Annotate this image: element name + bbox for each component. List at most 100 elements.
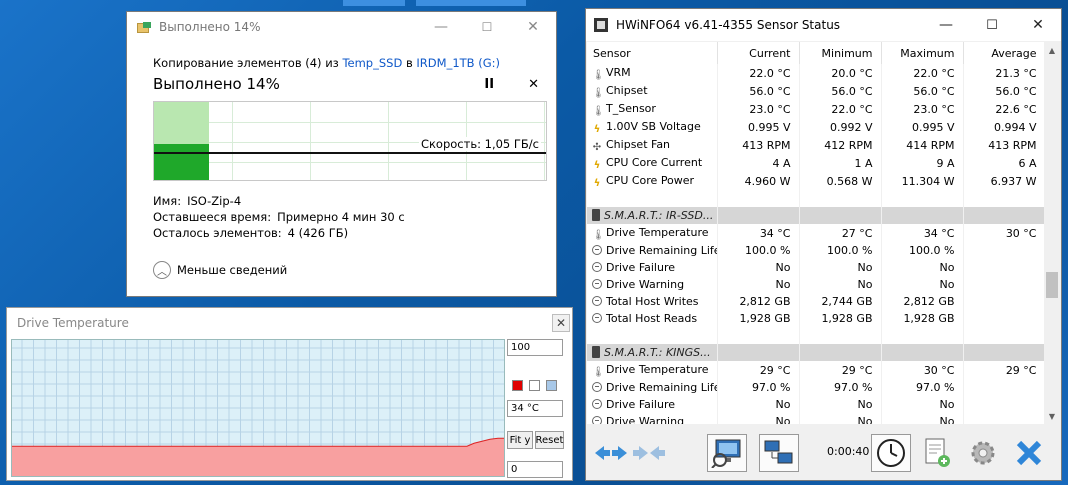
table-row[interactable]: Drive Failure No No No	[587, 259, 1045, 276]
column-header-maximum[interactable]: Maximum	[881, 42, 964, 64]
sensor-name: Total Host Reads	[606, 312, 698, 325]
column-header-current[interactable]: Current	[717, 42, 800, 64]
reset-button[interactable]: Reset	[535, 431, 564, 449]
graph-min-field[interactable]: 0	[507, 461, 563, 478]
sensor-value-max: 22.0 °C	[881, 64, 964, 82]
table-row[interactable]: ϟ CPU Core Power 4.960 W 0.568 W 11.304 W 6.9…	[587, 172, 1045, 190]
temperature-titlebar[interactable]: Drive Temperature	[7, 308, 572, 338]
table-row[interactable]: 🌡Drive Temperature 34 °C 27 °C 34 °C 30 °C	[587, 224, 1045, 242]
sensor-value-avg	[963, 310, 1045, 327]
close-button[interactable]: ✕	[1015, 9, 1061, 41]
background-color-swatch[interactable]	[529, 380, 540, 391]
arrows-expand-icon	[595, 446, 627, 460]
group-empty-cell	[717, 207, 800, 224]
table-row[interactable]: Drive Warning No No No	[587, 276, 1045, 293]
sensor-value-avg	[963, 396, 1045, 413]
destination-link[interactable]: IRDM_1TB (G:)	[416, 56, 500, 70]
table-row[interactable]: Drive Warning No No No	[587, 413, 1045, 424]
table-row[interactable]: 🌡T_Sensor 23.0 °C 22.0 °C 23.0 °C 22.6 °C	[587, 100, 1045, 118]
scroll-down-icon[interactable]: ▼	[1044, 408, 1060, 424]
sensor-value-max: 9 A	[881, 154, 964, 172]
sensor-value-avg	[963, 379, 1045, 396]
table-row[interactable]: 🌡VRM 22.0 °C 20.0 °C 22.0 °C 21.3 °C	[587, 64, 1045, 82]
maximize-button[interactable]: ☐	[969, 9, 1015, 41]
sensor-name: Drive Warning	[606, 415, 685, 424]
sensor-name: Drive Remaining Life	[606, 381, 717, 394]
network-button[interactable]	[759, 434, 799, 472]
scroll-thumb[interactable]	[1046, 272, 1058, 298]
close-button[interactable]: ✕	[510, 12, 556, 42]
logging-button[interactable]	[917, 434, 957, 472]
table-row[interactable]: ϟ 1.00V SB Voltage 0.995 V 0.992 V 0.995 V 0.…	[587, 118, 1045, 136]
clock-reset-button[interactable]	[871, 434, 911, 472]
table-row[interactable]: Drive Remaining Life 97.0 % 97.0 % 97.0 %	[587, 379, 1045, 396]
sensor-value-min: 412 RPM	[799, 136, 882, 154]
speed-label: Скорость: 1,05 ГБ/с	[418, 137, 541, 151]
status-circle-icon	[592, 416, 602, 424]
clock-icon	[877, 439, 905, 467]
group-empty-cell	[799, 344, 882, 361]
sensor-name: Drive Failure	[606, 261, 676, 274]
gear-icon	[971, 441, 995, 465]
minimize-button[interactable]: —	[923, 9, 969, 41]
sensor-value-avg: 29 °C	[963, 361, 1045, 379]
group-empty-cell	[963, 207, 1045, 224]
graph-max-field[interactable]: 100	[507, 339, 563, 356]
sensor-group-header[interactable]: S.M.A.R.T.: KINGS...	[587, 344, 1045, 361]
less-details-button[interactable]: ︿ Меньше сведений	[153, 261, 556, 279]
sensor-value-cur: 0.995 V	[717, 118, 800, 136]
file-name-value: ISO-Zip-4	[187, 194, 242, 208]
sensor-name: Chipset Fan	[606, 138, 671, 151]
sensor-name-cell: Drive Warning	[587, 276, 718, 293]
empty-cell	[963, 327, 1045, 344]
settings-button[interactable]	[963, 434, 1003, 472]
table-row[interactable]: 🌡Chipset 56.0 °C 56.0 °C 56.0 °C 56.0 °C	[587, 82, 1045, 100]
copy-dialog-title: Выполнено 14%	[159, 20, 261, 34]
table-row[interactable]: ✣ Chipset Fan 413 RPM 412 RPM 414 RPM 413 RPM	[587, 136, 1045, 154]
layout-button[interactable]	[629, 434, 669, 472]
maximize-button[interactable]: ☐	[464, 12, 510, 42]
file-name-row: Имя: ISO-Zip-4	[153, 193, 556, 209]
grid-line	[310, 102, 311, 180]
column-header-average[interactable]: Average	[963, 42, 1045, 64]
sensor-info-button[interactable]	[707, 434, 747, 472]
scroll-up-icon[interactable]: ▲	[1044, 42, 1060, 58]
hwinfo-window-title: HWiNFO64 v6.41-4355 Sensor Status	[616, 18, 841, 32]
current-temperature-field: 34 °C	[507, 400, 563, 417]
sensor-value-min: 2,744 GB	[799, 293, 882, 310]
sensor-value-avg: 0.994 V	[963, 118, 1045, 136]
source-link[interactable]: Temp_SSD	[342, 56, 402, 70]
collapse-button[interactable]	[591, 434, 631, 472]
temperature-close-button[interactable]: ✕	[552, 314, 570, 332]
sensor-value-min: 29 °C	[799, 361, 882, 379]
table-row[interactable]: Total Host Reads 1,928 GB 1,928 GB 1,928 GB	[587, 310, 1045, 327]
sensor-name-cell: ϟ 1.00V SB Voltage	[587, 118, 718, 136]
fit-y-button[interactable]: Fit y	[507, 431, 533, 449]
sensor-value-min: 1 A	[799, 154, 882, 172]
sensor-value-max: No	[881, 396, 964, 413]
grid-color-swatch[interactable]	[546, 380, 557, 391]
cancel-button[interactable]: ✕	[528, 77, 539, 92]
sensor-scrollbar[interactable]: ▲ ▼	[1044, 42, 1060, 424]
sensor-value-cur: 2,812 GB	[717, 293, 800, 310]
exit-button[interactable]	[1009, 434, 1049, 472]
series-color-swatch[interactable]	[512, 380, 523, 391]
sensor-name: VRM	[606, 66, 631, 79]
table-row[interactable]: ϟ CPU Core Current 4 A1 A9 A6 A	[587, 154, 1045, 172]
close-icon: ✕	[1032, 17, 1044, 33]
sensor-group-header[interactable]: S.M.A.R.T.: IR-SSD...	[587, 207, 1045, 224]
column-header-minimum[interactable]: Minimum	[799, 42, 882, 64]
sensor-value-max: 56.0 °C	[881, 82, 964, 100]
group-name: S.M.A.R.T.: IR-SSD...	[604, 209, 714, 222]
copy-dialog-titlebar[interactable]: Выполнено 14% — ☐ ✕	[127, 12, 556, 42]
table-row[interactable]: Drive Remaining Life 100.0 % 100.0 % 100.0 …	[587, 242, 1045, 259]
sensor-value-min: 56.0 °C	[799, 82, 882, 100]
pause-button[interactable]: II	[484, 77, 494, 92]
hwinfo-titlebar[interactable]: HWiNFO64 v6.41-4355 Sensor Status — ☐ ✕	[586, 9, 1061, 41]
table-row[interactable]: 🌡Drive Temperature 29 °C 29 °C 30 °C 29 °C	[587, 361, 1045, 379]
minimize-button[interactable]: —	[418, 12, 464, 42]
sensor-value-min: No	[799, 259, 882, 276]
column-header-sensor[interactable]: Sensor	[587, 42, 718, 64]
table-row[interactable]: Drive Failure No No No	[587, 396, 1045, 413]
table-row[interactable]: Total Host Writes 2,812 GB 2,744 GB 2,812 G…	[587, 293, 1045, 310]
